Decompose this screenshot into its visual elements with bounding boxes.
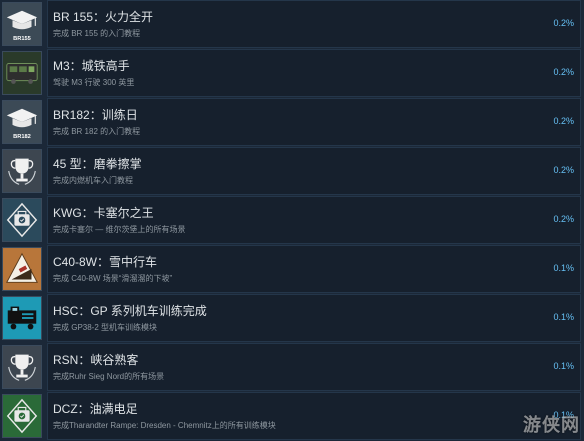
achievement-description: 完成 GP38-2 型机车训练模块: [53, 323, 158, 332]
achievement-percent: 0.1%: [553, 361, 574, 371]
achievement-bar: 45 型：磨拳擦掌 完成内燃机车入门教程 0.2%: [47, 147, 581, 195]
achievement-percent: 0.1%: [553, 263, 574, 273]
achievement-row[interactable]: 45 型：磨拳擦掌 完成内燃机车入门教程 0.2%: [0, 147, 584, 195]
achievement-row[interactable]: BR182 BR182：训练日 完成 BR 182 的入门教程 0.2%: [0, 98, 584, 146]
achievement-bar: M3：城铁高手 驾驶 M3 行驶 300 英里 0.2%: [47, 49, 581, 97]
achievement-title: C40-8W：雪中行车: [53, 255, 158, 269]
achievement-percent: 0.1%: [553, 312, 574, 322]
achievement-bar: BR 155：火力全开 完成 BR 155 的入门教程 0.2%: [47, 0, 581, 48]
achievement-bar: KWG：卡塞尔之王 完成卡塞尔 — 维尔茨堡上的所有场景 0.2%: [47, 196, 581, 244]
achievement-row[interactable]: HSC：GP 系列机车训练完成 完成 GP38-2 型机车训练模块 0.1%: [0, 294, 584, 342]
achievement-bar: C40-8W：雪中行车 完成 C40-8W 场景“滑溜溜的下坡” 0.1%: [47, 245, 581, 293]
achievement-title: 45 型：磨拳擦掌: [53, 157, 142, 171]
achievement-title: KWG：卡塞尔之王: [53, 206, 154, 220]
achievement-title: RSN：峡谷熟客: [53, 353, 139, 367]
graduation-cap-icon: BR155: [2, 2, 42, 46]
achievement-title: BR 155：火力全开: [53, 10, 154, 24]
warning-slope-icon: [2, 247, 42, 291]
achievement-percent: 0.2%: [553, 165, 574, 175]
achievement-description: 完成 C40-8W 场景“滑溜溜的下坡”: [53, 274, 173, 283]
achievement-row[interactable]: C40-8W：雪中行车 完成 C40-8W 场景“滑溜溜的下坡” 0.1%: [0, 245, 584, 293]
graduation-cap-icon: BR182: [2, 100, 42, 144]
achievement-percent: 0.2%: [553, 116, 574, 126]
achievement-title: M3：城铁高手: [53, 59, 130, 73]
checked-briefcase-icon: [2, 198, 42, 242]
train-icon: [2, 51, 42, 95]
achievement-bar: DCZ：油满电足 完成Tharandter Rampe: Dresden - C…: [47, 392, 581, 440]
achievement-row[interactable]: KWG：卡塞尔之王 完成卡塞尔 — 维尔茨堡上的所有场景 0.2%: [0, 196, 584, 244]
achievement-row[interactable]: BR155 BR 155：火力全开 完成 BR 155 的入门教程 0.2%: [0, 0, 584, 48]
achievement-percent: 0.2%: [553, 67, 574, 77]
achievement-title: BR182：训练日: [53, 108, 138, 122]
achievement-bar: RSN：峡谷熟客 完成Ruhr Sieg Nord的所有场景 0.1%: [47, 343, 581, 391]
achievement-row[interactable]: DCZ：油满电足 完成Tharandter Rampe: Dresden - C…: [0, 392, 584, 440]
achievement-row[interactable]: M3：城铁高手 驾驶 M3 行驶 300 英里 0.2%: [0, 49, 584, 97]
icon-label: BR155: [13, 36, 31, 42]
achievement-description: 完成 BR 155 的入门教程: [53, 29, 141, 38]
achievement-bar: BR182：训练日 完成 BR 182 的入门教程 0.2%: [47, 98, 581, 146]
achievement-description: 完成Ruhr Sieg Nord的所有场景: [53, 372, 165, 381]
icon-label: BR182: [13, 134, 31, 140]
achievement-description: 驾驶 M3 行驶 300 英里: [53, 78, 135, 87]
locomotive-icon: [2, 296, 42, 340]
achievement-bar: HSC：GP 系列机车训练完成 完成 GP38-2 型机车训练模块 0.1%: [47, 294, 581, 342]
achievement-title: HSC：GP 系列机车训练完成: [53, 304, 207, 318]
achievement-description: 完成内燃机车入门教程: [53, 176, 133, 185]
checked-briefcase-icon: [2, 394, 42, 438]
trophy-icon: [2, 345, 42, 389]
achievement-percent: 0.2%: [553, 214, 574, 224]
achievement-description: 完成卡塞尔 — 维尔茨堡上的所有场景: [53, 225, 186, 234]
achievement-title: DCZ：油满电足: [53, 402, 138, 416]
achievement-percent: 0.2%: [553, 18, 574, 28]
trophy-icon: [2, 149, 42, 193]
site-watermark: 游侠网: [523, 415, 580, 436]
achievement-description: 完成Tharandter Rampe: Dresden - Chemnitz上的…: [53, 421, 276, 430]
achievement-row[interactable]: RSN：峡谷熟客 完成Ruhr Sieg Nord的所有场景 0.1%: [0, 343, 584, 391]
achievement-description: 完成 BR 182 的入门教程: [53, 127, 141, 136]
